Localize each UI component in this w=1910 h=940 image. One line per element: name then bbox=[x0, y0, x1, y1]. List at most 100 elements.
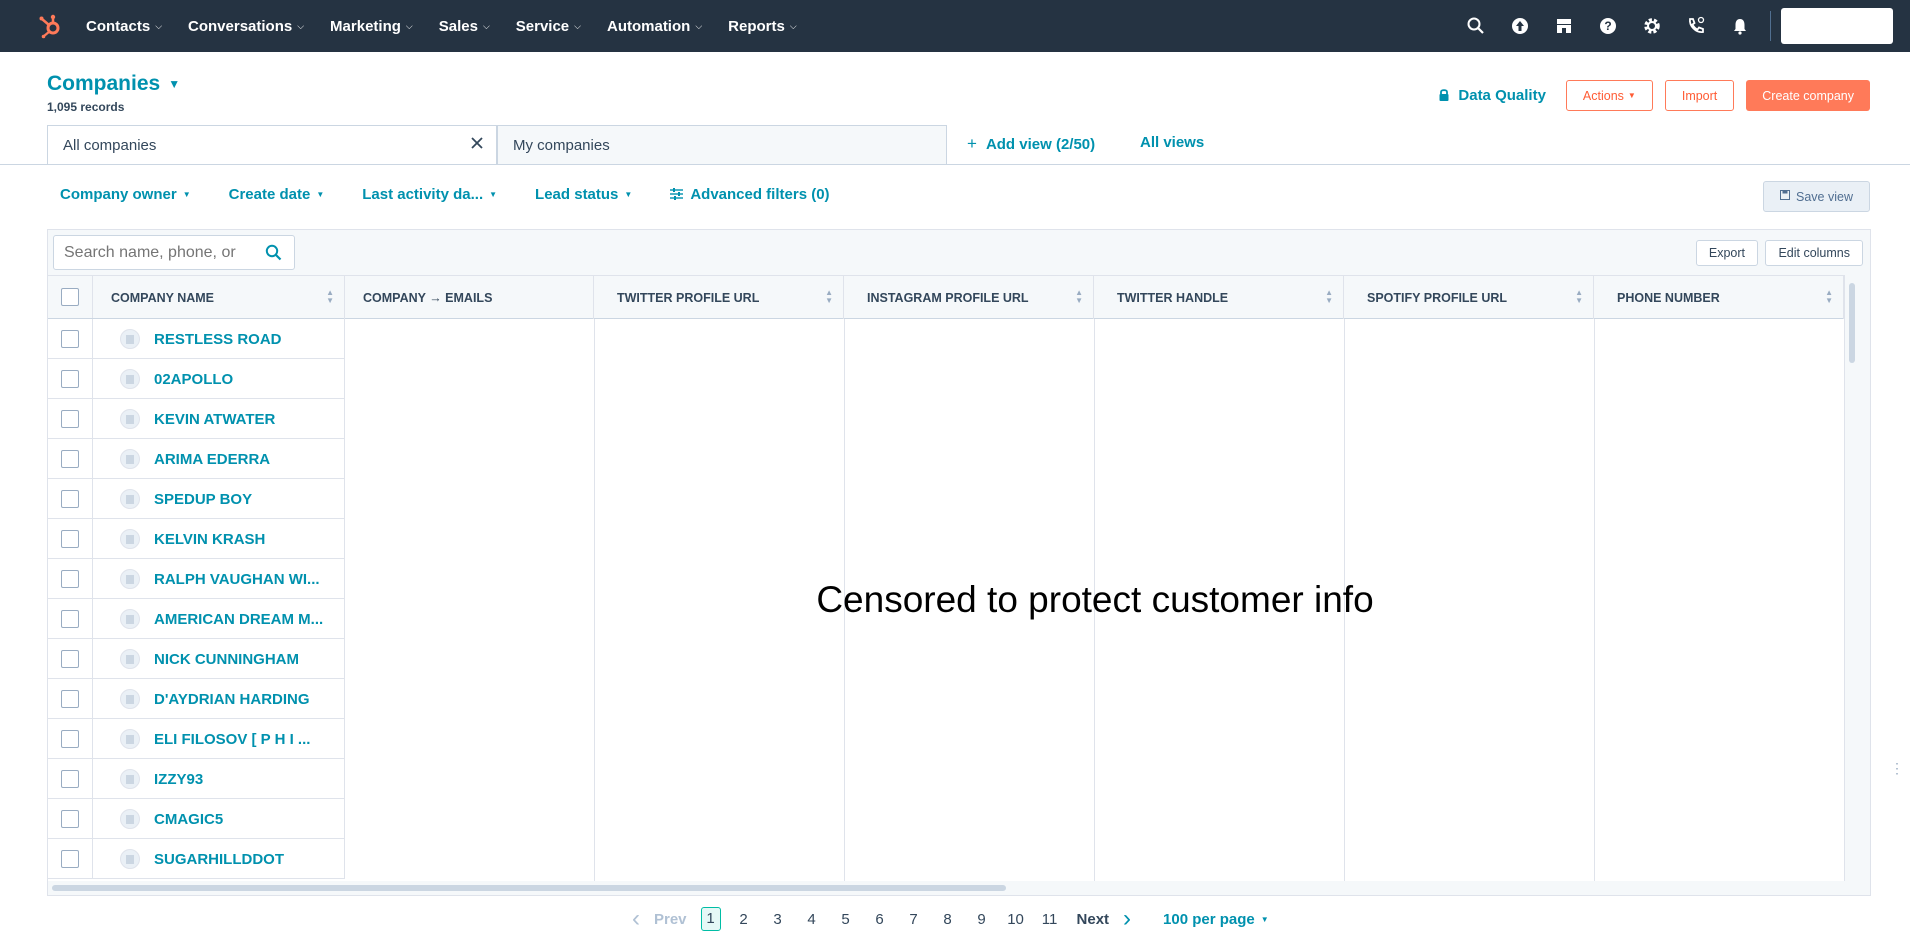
page-1[interactable]: 1 bbox=[700, 907, 721, 931]
company-name-link[interactable]: ELI FILOSOV [ P H I ... bbox=[154, 731, 310, 748]
column-header-company-name[interactable]: COMPANY NAME ▲ ▼ bbox=[93, 276, 345, 319]
horizontal-scroll-thumb[interactable] bbox=[52, 885, 1006, 891]
column-header-twitter-handle[interactable]: TWITTER HANDLE ▲ ▼ bbox=[1094, 276, 1344, 319]
actions-button[interactable]: Actions ▼ bbox=[1565, 80, 1653, 111]
nav-conversations[interactable]: Conversations ⌵ bbox=[188, 18, 304, 35]
row-checkbox[interactable] bbox=[61, 449, 79, 468]
row-checkbox[interactable] bbox=[61, 329, 79, 348]
prev-page-button[interactable]: ‹ Prev bbox=[632, 905, 687, 933]
nav-reports[interactable]: Reports ⌵ bbox=[728, 18, 797, 35]
row-checkbox[interactable] bbox=[61, 849, 79, 868]
company-name-link[interactable]: D'AYDRIAN HARDING bbox=[154, 691, 310, 708]
column-header-spotify-profile-url[interactable]: SPOTIFY PROFILE URL ▲ ▼ bbox=[1344, 276, 1594, 319]
settings-icon[interactable] bbox=[1640, 14, 1664, 38]
page-6[interactable]: 6 bbox=[871, 911, 889, 928]
company-name-link[interactable]: KEVIN ATWATER bbox=[154, 411, 275, 428]
select-all-checkbox[interactable] bbox=[61, 288, 79, 306]
company-name-cell: ELI FILOSOV [ P H I ... bbox=[93, 719, 345, 759]
filter-company-owner[interactable]: Company owner ▼ bbox=[60, 186, 191, 203]
chevron-down-icon: ⌵ bbox=[789, 20, 797, 31]
marketplace-icon[interactable] bbox=[1552, 14, 1576, 38]
nav-service[interactable]: Service ⌵ bbox=[516, 18, 581, 35]
object-switcher[interactable]: Companies ▼ bbox=[47, 72, 180, 96]
company-name-link[interactable]: CMAGIC5 bbox=[154, 811, 223, 828]
company-name-link[interactable]: AMERICAN DREAM M... bbox=[154, 611, 323, 628]
page-10[interactable]: 10 bbox=[1007, 911, 1025, 928]
column-header-company-emails[interactable]: COMPANY → EMAILS bbox=[345, 276, 594, 319]
page-4[interactable]: 4 bbox=[803, 911, 821, 928]
company-name-link[interactable]: RALPH VAUGHAN WI... bbox=[154, 571, 320, 588]
page-7[interactable]: 7 bbox=[905, 911, 923, 928]
save-view-button[interactable]: Save view bbox=[1763, 181, 1870, 212]
company-name-link[interactable]: IZZY93 bbox=[154, 771, 203, 788]
calling-icon[interactable] bbox=[1684, 14, 1708, 38]
sort-icon[interactable]: ▲ ▼ bbox=[1825, 289, 1833, 305]
row-checkbox[interactable] bbox=[61, 369, 79, 388]
search-icon[interactable] bbox=[265, 244, 282, 266]
search-input[interactable] bbox=[64, 243, 254, 262]
data-quality-link[interactable]: Data Quality bbox=[1438, 87, 1546, 104]
row-checkbox[interactable] bbox=[61, 609, 79, 628]
company-name-link[interactable]: SUGARHILLDDOT bbox=[154, 851, 284, 868]
page-5[interactable]: 5 bbox=[837, 911, 855, 928]
page-11[interactable]: 11 bbox=[1041, 911, 1059, 928]
help-icon[interactable]: ? bbox=[1596, 14, 1620, 38]
search-icon[interactable] bbox=[1464, 14, 1488, 38]
company-name-link[interactable]: 02APOLLO bbox=[154, 371, 233, 388]
hubspot-logo-icon[interactable] bbox=[36, 12, 64, 40]
row-checkbox[interactable] bbox=[61, 489, 79, 508]
company-name-link[interactable]: NICK CUNNINGHAM bbox=[154, 651, 299, 668]
row-checkbox[interactable] bbox=[61, 569, 79, 588]
nav-automation[interactable]: Automation ⌵ bbox=[607, 18, 702, 35]
per-page-select[interactable]: 100 per page ▼ bbox=[1163, 911, 1269, 928]
company-name-link[interactable]: RESTLESS ROAD bbox=[154, 331, 282, 348]
row-checkbox[interactable] bbox=[61, 409, 79, 428]
row-checkbox[interactable] bbox=[61, 729, 79, 748]
filter-create-date[interactable]: Create date ▼ bbox=[229, 186, 325, 203]
nav-sales[interactable]: Sales ⌵ bbox=[439, 18, 490, 35]
sort-icon[interactable]: ▲ ▼ bbox=[1325, 289, 1333, 305]
vertical-scroll-thumb[interactable] bbox=[1849, 283, 1855, 363]
export-button[interactable]: Export bbox=[1695, 240, 1758, 266]
sort-icon[interactable]: ▲ ▼ bbox=[1575, 289, 1583, 305]
nav-marketing[interactable]: Marketing ⌵ bbox=[330, 18, 413, 35]
row-checkbox[interactable] bbox=[61, 809, 79, 828]
company-name-link[interactable]: SPEDUP BOY bbox=[154, 491, 252, 508]
close-icon[interactable] bbox=[470, 136, 484, 154]
create-company-button[interactable]: Create company bbox=[1746, 80, 1870, 111]
page-3[interactable]: 3 bbox=[769, 911, 787, 928]
vertical-scrollbar[interactable] bbox=[1844, 275, 1858, 881]
upgrade-icon[interactable] bbox=[1508, 14, 1532, 38]
add-view-button[interactable]: + Add view (2/50) bbox=[967, 134, 1095, 154]
sort-icon[interactable]: ▲ ▼ bbox=[326, 289, 334, 305]
next-page-button[interactable]: Next › bbox=[1077, 905, 1132, 933]
row-checkbox[interactable] bbox=[61, 689, 79, 708]
company-name-link[interactable]: ARIMA EDERRA bbox=[154, 451, 270, 468]
column-header-phone-number[interactable]: PHONE NUMBER ▲ ▼ bbox=[1594, 276, 1844, 319]
advanced-filters-button[interactable]: Advanced filters (0) bbox=[670, 186, 830, 203]
import-button[interactable]: Import bbox=[1664, 80, 1735, 111]
drag-handle-icon[interactable]: ⋮⋮ bbox=[1890, 761, 1910, 780]
page-8[interactable]: 8 bbox=[939, 911, 957, 928]
tab-all-companies[interactable]: All companies bbox=[47, 125, 497, 165]
column-header-twitter-profile-url[interactable]: TWITTER PROFILE URL ▲ ▼ bbox=[594, 276, 844, 319]
all-views-link[interactable]: All views bbox=[1140, 134, 1204, 151]
notifications-icon[interactable] bbox=[1728, 14, 1752, 38]
sort-icon[interactable]: ▲ ▼ bbox=[1075, 289, 1083, 305]
filter-last-activity[interactable]: Last activity da... ▼ bbox=[362, 186, 497, 203]
row-checkbox[interactable] bbox=[61, 769, 79, 788]
column-header-instagram-profile-url[interactable]: INSTAGRAM PROFILE URL ▲ ▼ bbox=[844, 276, 1094, 319]
row-checkbox[interactable] bbox=[61, 529, 79, 548]
horizontal-scrollbar[interactable] bbox=[48, 881, 1858, 895]
company-name-link[interactable]: KELVIN KRASH bbox=[154, 531, 265, 548]
sort-icon[interactable]: ▲ ▼ bbox=[825, 289, 833, 305]
page-9[interactable]: 9 bbox=[973, 911, 991, 928]
filter-lead-status[interactable]: Lead status ▼ bbox=[535, 186, 632, 203]
column-label: COMPANY NAME bbox=[111, 290, 215, 305]
nav-contacts[interactable]: Contacts ⌵ bbox=[86, 18, 162, 35]
row-checkbox[interactable] bbox=[61, 649, 79, 668]
edit-columns-button[interactable]: Edit columns bbox=[1765, 240, 1863, 266]
page-2[interactable]: 2 bbox=[735, 911, 753, 928]
tab-my-companies[interactable]: My companies bbox=[497, 125, 947, 165]
account-menu[interactable] bbox=[1781, 8, 1893, 44]
